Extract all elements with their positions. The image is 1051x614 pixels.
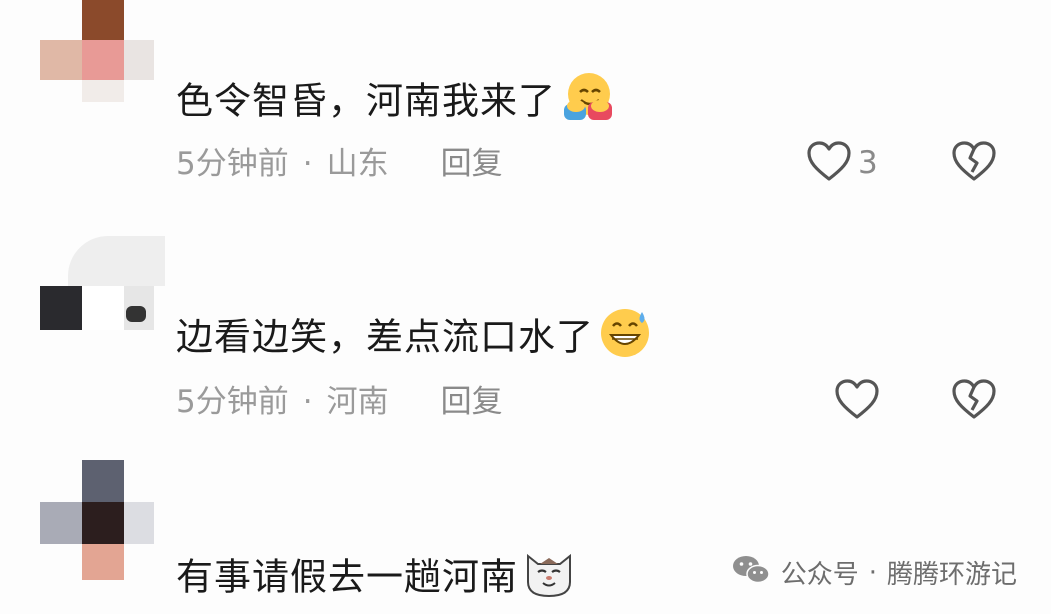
reply-button[interactable]: 回复 (441, 146, 503, 182)
comment-time: 5分钟前 (176, 146, 289, 182)
comment-text: 边看边笑，差点流口水了 (176, 306, 652, 372)
comment-time: 5分钟前 (176, 384, 289, 420)
watermark-name: 腾腾环游记 (886, 560, 1017, 590)
hugging-face-icon (560, 70, 614, 136)
comment-meta: 5分钟前 · 山东 回复 (176, 144, 503, 184)
watermark: 公众号 · 腾腾环游记 (731, 553, 1017, 592)
like-button[interactable]: 3 (806, 140, 878, 186)
heart-icon (834, 378, 880, 424)
comment-meta: 5分钟前 · 河南 回复 (176, 382, 503, 422)
comment-text-content: 色令智昏，河南我来了 (176, 79, 556, 123)
comment-text-content: 有事请假去一趟河南 (176, 555, 518, 599)
meta-separator: · (302, 146, 313, 182)
watermark-prefix: 公众号 (780, 560, 859, 590)
watermark-separator: · (868, 557, 877, 588)
comment-text-content: 边看边笑，差点流口水了 (176, 315, 594, 359)
like-count: 3 (858, 145, 878, 181)
grinning-sweat-face-icon (598, 306, 652, 372)
comment-location: 河南 (326, 384, 389, 420)
wechat-icon (731, 553, 771, 592)
broken-heart-icon (951, 141, 997, 186)
like-button[interactable] (834, 378, 880, 424)
avatar[interactable] (40, 0, 165, 112)
heart-icon (806, 140, 852, 186)
comment-text: 色令智昏，河南我来了 (176, 70, 614, 136)
reply-button[interactable]: 回复 (441, 384, 503, 420)
avatar[interactable] (40, 460, 165, 580)
meta-separator: · (302, 384, 313, 420)
comment-location: 山东 (326, 146, 389, 182)
avatar[interactable] (40, 236, 165, 356)
dislike-button[interactable] (951, 140, 997, 186)
cat-face-icon (522, 546, 576, 612)
broken-heart-icon (951, 379, 997, 424)
dislike-button[interactable] (951, 378, 997, 424)
comment-text: 有事请假去一趟河南 (176, 546, 576, 612)
